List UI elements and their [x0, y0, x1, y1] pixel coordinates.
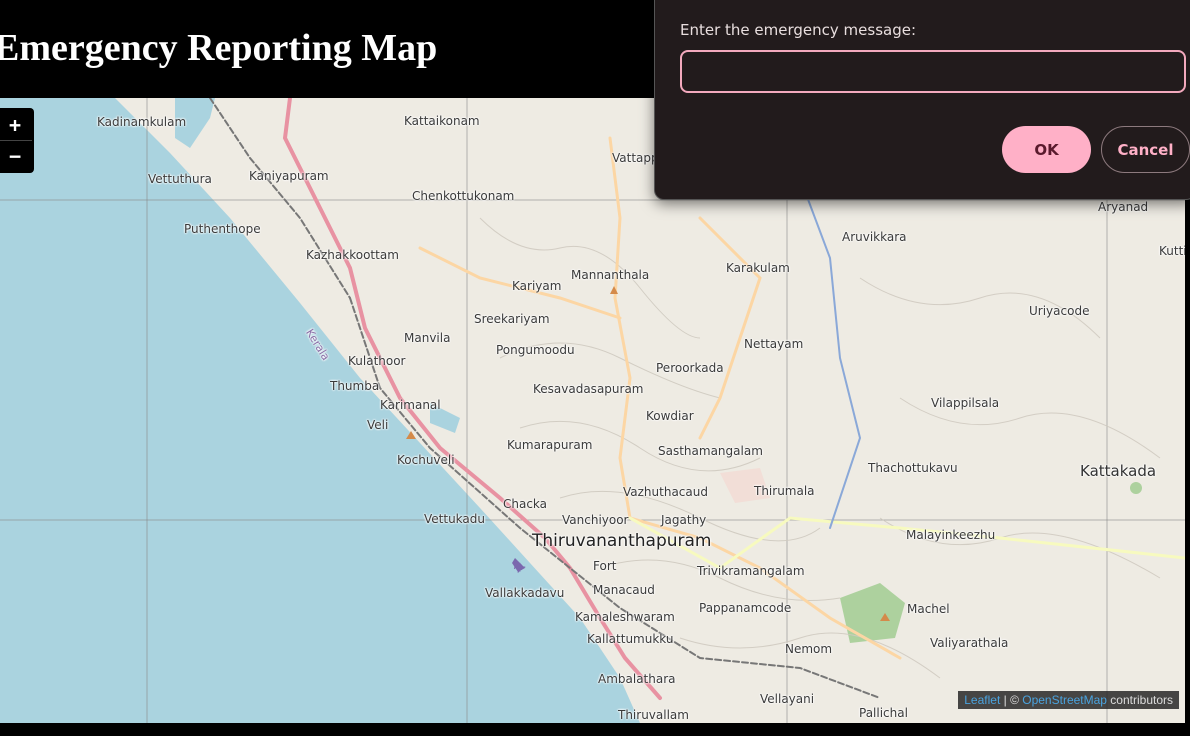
place-label: Kaniyapuram	[249, 169, 329, 183]
place-label: Pappanamcode	[699, 601, 792, 615]
place-label: Thirumala	[754, 484, 815, 498]
place-label: Karakulam	[726, 261, 790, 275]
place-label: Sreekariyam	[474, 312, 550, 326]
svg-text:✈: ✈	[513, 558, 526, 577]
place-label: Kallattumukku	[587, 632, 674, 646]
place-label: Vettuthura	[148, 172, 212, 186]
place-label: Nettayam	[744, 337, 804, 351]
place-label: Kattaikonam	[404, 114, 480, 128]
place-label: Kulathoor	[348, 354, 406, 368]
leaflet-link[interactable]: Leaflet	[964, 693, 1000, 707]
emergency-message-input[interactable]	[680, 50, 1186, 93]
place-label: Kazhakkoottam	[306, 248, 399, 262]
place-label: Machel	[907, 602, 950, 616]
place-label: Trivikramangalam	[697, 564, 805, 578]
place-label: Chenkottukonam	[412, 189, 515, 203]
place-label: Aruvikkara	[842, 230, 907, 244]
place-label: Manvila	[404, 331, 451, 345]
place-label: Ambalathara	[598, 672, 676, 686]
place-label: Vellayani	[760, 692, 815, 706]
place-label: Kesavadasapuram	[533, 382, 644, 396]
place-label: Vallakkadavu	[485, 586, 565, 600]
map-attribution: Leaflet | © OpenStreetMap contributors	[958, 691, 1179, 709]
place-label: Thachottukavu	[868, 461, 958, 475]
prompt-dialog: Enter the emergency message: OK Cancel	[654, 0, 1190, 200]
place-label: Chacka	[503, 497, 548, 511]
place-label: Peroorkada	[656, 361, 724, 375]
place-label: Vettukadu	[424, 512, 485, 526]
place-label: Pallichal	[859, 706, 908, 720]
place-label: Thiruvananthapuram	[532, 531, 712, 551]
place-label: Kuttichal	[1159, 244, 1185, 258]
place-label: Vilappilsala	[931, 396, 1000, 410]
place-label: Kowdiar	[646, 409, 694, 423]
place-label: Pongumoodu	[496, 343, 575, 357]
place-label: Jagathy	[661, 513, 707, 527]
bottom-edge	[0, 723, 1190, 736]
place-label: Valiyarathala	[930, 636, 1009, 650]
place-label: Vanchiyoor	[562, 513, 629, 527]
place-label: Kadinamkulam	[97, 115, 187, 129]
place-label: Kamaleshwaram	[575, 610, 675, 624]
place-label: Kochuveli	[397, 453, 455, 467]
place-label: Uriyacode	[1029, 304, 1090, 318]
place-label: Vazhuthacaud	[623, 485, 708, 499]
attribution-suffix: contributors	[1106, 693, 1173, 707]
place-label: Veli	[367, 418, 389, 432]
place-label: Thumba	[330, 379, 380, 393]
place-label: Kariyam	[512, 279, 562, 293]
place-label: Puthenthope	[184, 222, 261, 236]
place-label: Sasthamangalam	[658, 444, 763, 458]
ok-button[interactable]: OK	[1002, 126, 1091, 173]
place-label: Fort	[593, 559, 617, 573]
place-label: Nemom	[785, 642, 833, 656]
zoom-out-button[interactable]: −	[0, 140, 32, 171]
openstreetmap-link[interactable]: OpenStreetMap	[1022, 693, 1107, 707]
place-label: Manacaud	[593, 583, 655, 597]
place-label: Kattakada	[1080, 462, 1157, 480]
place-label: Kumarapuram	[507, 438, 593, 452]
cancel-button[interactable]: Cancel	[1101, 126, 1190, 173]
zoom-in-button[interactable]: +	[0, 110, 32, 140]
zoom-control: + −	[0, 108, 34, 173]
place-label: Malayinkeezhu	[906, 528, 996, 542]
attribution-separator: | ©	[1000, 693, 1023, 707]
place-label: Karimanal	[380, 398, 441, 412]
page-title: Emergency Reporting Map	[0, 27, 438, 69]
dialog-prompt-text: Enter the emergency message:	[680, 21, 917, 39]
place-label: Mannanthala	[571, 268, 650, 282]
place-label: Thiruvallam	[618, 708, 689, 722]
place-label: Aryanad	[1098, 200, 1149, 214]
